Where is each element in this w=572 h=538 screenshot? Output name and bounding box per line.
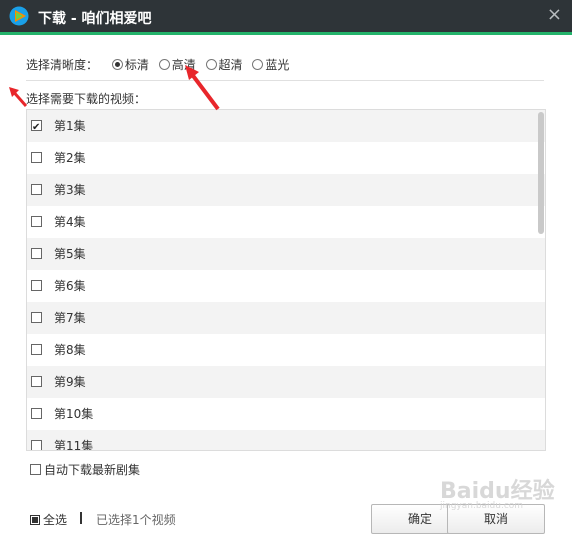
scrollbar[interactable] xyxy=(538,110,544,450)
quality-selector: 选择清晰度： 标清 高清 超清 蓝光 xyxy=(26,57,295,73)
episode-label: 第8集 xyxy=(54,343,86,357)
close-icon[interactable]: × xyxy=(547,5,562,25)
checkbox-icon[interactable] xyxy=(31,312,42,323)
select-all-label: 全选 xyxy=(43,513,68,527)
list-item[interactable]: 第7集 xyxy=(27,302,545,334)
app-logo-icon xyxy=(9,6,29,26)
list-item[interactable]: 第9集 xyxy=(27,366,545,398)
episode-label: 第1集 xyxy=(54,119,86,133)
list-item[interactable]: 第5集 xyxy=(27,238,545,270)
auto-download-option[interactable]: 自动下载最新剧集 xyxy=(30,461,140,478)
radio-bluray[interactable]: 蓝光 xyxy=(252,57,289,73)
episode-label: 第7集 xyxy=(54,311,86,325)
checkbox-icon[interactable] xyxy=(31,184,42,195)
episode-label: 第3集 xyxy=(54,183,86,197)
episode-label: 第2集 xyxy=(54,151,86,165)
select-all-option[interactable]: 全选 xyxy=(30,511,67,528)
checkbox-icon[interactable] xyxy=(31,152,42,163)
radio-label: 蓝光 xyxy=(265,58,290,72)
episode-label: 第5集 xyxy=(54,247,86,261)
episode-label: 第9集 xyxy=(54,375,86,389)
radio-dot-icon xyxy=(111,59,123,70)
checkbox-icon[interactable] xyxy=(31,216,42,227)
red-arrow-icon xyxy=(185,65,220,111)
checkbox-icon[interactable] xyxy=(30,464,41,475)
selected-count: 已选择1个视频 xyxy=(96,513,176,527)
checkbox-icon[interactable] xyxy=(31,408,42,419)
select-all-checkbox-icon[interactable] xyxy=(30,515,40,525)
radio-dot-icon xyxy=(252,59,264,70)
checkbox-icon[interactable] xyxy=(31,248,42,259)
list-item[interactable]: 第1集 xyxy=(27,110,545,144)
episode-label: 第10集 xyxy=(54,407,94,421)
episode-list: 第1集 第2集 第3集 第4集 第5集 第6集 第7集 第8集 第9集 第10集… xyxy=(26,109,546,451)
list-item[interactable]: 第4集 xyxy=(27,206,545,238)
window-title: 下载 - 咱们相爱吧 xyxy=(38,11,152,27)
radio-dot-icon xyxy=(158,59,170,70)
auto-download-label: 自动下载最新剧集 xyxy=(44,463,141,477)
checkbox-icon[interactable] xyxy=(31,376,42,387)
watermark-logo: Baidu经验 jingyan.baidu.com xyxy=(440,473,555,511)
list-item[interactable]: 第2集 xyxy=(27,142,545,174)
checkbox-icon[interactable] xyxy=(31,440,42,450)
radio-standard[interactable]: 标清 xyxy=(111,57,149,73)
divider xyxy=(26,80,544,81)
episode-label: 第11集 xyxy=(54,439,94,451)
checkbox-icon[interactable] xyxy=(31,280,42,291)
list-item[interactable]: 第11集 xyxy=(27,430,545,451)
quality-label: 选择清晰度： xyxy=(26,58,99,72)
red-arrow-icon xyxy=(9,87,28,107)
checkbox-icon[interactable] xyxy=(31,344,42,355)
title-bar: 下载 - 咱们相爱吧 × xyxy=(0,0,572,35)
episode-label: 第6集 xyxy=(54,279,86,293)
radio-label: 标清 xyxy=(124,58,149,72)
radio-label: 超清 xyxy=(218,58,243,72)
checkbox-icon[interactable] xyxy=(31,112,42,144)
scrollbar-thumb[interactable] xyxy=(538,112,544,234)
list-item[interactable]: 第3集 xyxy=(27,174,545,206)
episode-label: 第4集 xyxy=(54,215,86,229)
list-item[interactable]: 第6集 xyxy=(27,270,545,302)
list-label: 选择需要下载的视频： xyxy=(26,92,147,106)
list-item[interactable]: 第8集 xyxy=(27,334,545,366)
footer-divider xyxy=(80,512,82,524)
list-item[interactable]: 第10集 xyxy=(27,398,545,430)
